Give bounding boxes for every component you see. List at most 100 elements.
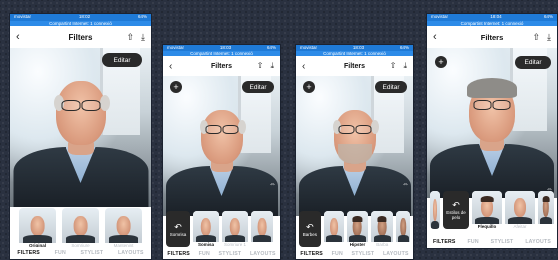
tab-filters[interactable]: FILTERS — [17, 250, 40, 256]
tab-fun[interactable]: FUN — [55, 250, 66, 256]
tab-stylist[interactable]: STYLIST — [491, 239, 514, 245]
status-bar: movistar 18:02 64% — [10, 14, 151, 21]
filter-label: Afeitar — [513, 224, 527, 229]
undo-button[interactable]: ↶ Somrisa — [166, 211, 190, 247]
share-icon[interactable]: ⇧ — [390, 61, 397, 71]
clock: 18:02 — [78, 14, 91, 19]
tab-stylist[interactable]: STYLIST — [352, 251, 375, 257]
photo-preview: Editar — [10, 48, 151, 207]
filter-strip: ↶ Somrisa Somisa Somriure 1 — [163, 211, 280, 249]
add-icon[interactable]: + — [303, 81, 315, 93]
filter-thumb-partial-left[interactable] — [430, 191, 440, 229]
back-icon[interactable]: ‹ — [16, 31, 20, 43]
back-icon[interactable]: ‹ — [302, 61, 305, 72]
tab-layouts[interactable]: LAYOUTS — [525, 239, 551, 245]
share-icon[interactable]: ⇧ — [126, 32, 134, 43]
filter-thumb-somisa[interactable]: Somisa — [193, 211, 219, 247]
download-icon[interactable]: ⤓ — [547, 32, 551, 43]
filter-label: Somriure 1 — [223, 242, 246, 247]
glasses — [205, 125, 238, 134]
hair-fringe — [467, 78, 517, 98]
filter-thumb-mantenint[interactable]: Mantenint — [105, 208, 142, 248]
tab-stylist[interactable]: STYLIST — [81, 250, 104, 256]
beard — [337, 144, 372, 164]
tab-layouts[interactable]: LAYOUTS — [118, 250, 144, 256]
share-icon[interactable]: ⇧ — [257, 61, 264, 71]
page-title: Filters — [343, 62, 365, 70]
add-icon[interactable]: + — [435, 56, 447, 68]
battery-label: 64% — [543, 14, 553, 19]
filter-thumb-original[interactable]: Original — [19, 208, 56, 248]
undo-icon: ↶ — [306, 221, 314, 232]
back-icon[interactable]: ‹ — [433, 31, 437, 43]
tab-bar: FILTERS FUN STYLIST LAYOUTS — [10, 247, 151, 259]
clock: 18:04 — [490, 14, 502, 19]
screen-estilos-de-pelo: movistar 18:04 64% Compartint Internet: … — [426, 13, 558, 249]
tab-fun[interactable]: FUN — [468, 239, 479, 245]
filter-thumb-flequillo[interactable]: Flequillo — [472, 191, 502, 229]
navbar: ‹ Filters ⇧ ⤓ — [163, 56, 280, 76]
tab-layouts[interactable]: LAYOUTS — [383, 251, 409, 257]
filter-thumb-afeitar[interactable]: Afeitar — [505, 191, 535, 229]
face — [55, 81, 106, 145]
edit-button[interactable]: Editar — [375, 81, 407, 93]
tab-filters[interactable]: FILTERS — [167, 251, 190, 257]
filter-strip: ↶ Estilos de pelo Flequillo Afeitar — [427, 191, 557, 231]
back-icon[interactable]: ‹ — [169, 61, 172, 72]
tab-layouts[interactable]: LAYOUTS — [250, 251, 276, 257]
filter-thumb-partial-right[interactable] — [538, 191, 554, 229]
download-icon[interactable]: ⤓ — [403, 61, 407, 71]
screen-somrisa: movistar 18:03 64% Compartint Internet: … — [162, 44, 281, 260]
edit-button[interactable]: Editar — [102, 53, 142, 67]
download-icon[interactable]: ⤓ — [141, 32, 145, 43]
hair-right — [238, 120, 246, 134]
status-bar: movistar 18:04 64% — [427, 14, 557, 21]
face — [200, 110, 243, 164]
filter-thumb-somriure[interactable]: Somriure — [62, 208, 99, 248]
tab-filters[interactable]: FILTERS — [433, 239, 456, 245]
filter-thumb-somriure-1[interactable]: Somriure 1 — [222, 211, 248, 247]
photo-preview: + Editar ⇔ — [296, 76, 413, 216]
edit-button[interactable]: Editar — [242, 81, 274, 93]
photo-preview: + Editar ⇔ — [427, 48, 557, 198]
glasses — [338, 125, 371, 134]
filter-thumb-barba[interactable]: Barba — [371, 211, 394, 247]
undo-button[interactable]: ↶ Estilos de pelo — [443, 191, 469, 229]
filter-thumb-beard-1[interactable] — [323, 211, 344, 247]
filter-strip: ↶ Barbes Hipster Barba — [296, 211, 413, 249]
glasses — [473, 100, 511, 110]
filter-thumb-hipster[interactable]: Hipster — [346, 211, 369, 247]
compare-icon[interactable]: ⇔ — [402, 181, 409, 188]
filter-label: Barba — [376, 242, 389, 247]
edit-button[interactable]: Editar — [515, 56, 551, 69]
tab-bar: FILTERS FUN STYLIST LAYOUTS — [163, 248, 280, 259]
filter-thumb-partial[interactable] — [396, 211, 410, 247]
filter-thumb-partial[interactable] — [251, 211, 273, 247]
tab-stylist[interactable]: STYLIST — [219, 251, 242, 257]
undo-label: Somrisa — [169, 231, 187, 237]
compare-icon[interactable]: ⇔ — [269, 181, 276, 188]
photo-preview: + Editar ⇔ — [163, 76, 280, 216]
download-icon[interactable]: ⤓ — [270, 61, 274, 71]
glasses — [61, 100, 100, 111]
page-title: Filters — [480, 32, 504, 42]
hair-right — [371, 120, 379, 134]
undo-icon: ↶ — [452, 200, 460, 210]
undo-button[interactable]: ↶ Barbes — [299, 211, 321, 247]
add-icon[interactable]: + — [170, 81, 182, 93]
undo-label: Barbes — [302, 231, 318, 237]
hair-right — [100, 95, 110, 111]
filter-strip: Original Somriure Mantenint — [10, 208, 151, 248]
battery-label: 64% — [137, 14, 147, 19]
carrier-label: movistar — [14, 14, 32, 19]
share-icon[interactable]: ⇧ — [532, 32, 540, 43]
tab-bar: FILTERS FUN STYLIST LAYOUTS — [296, 248, 413, 259]
tab-bar: FILTERS FUN STYLIST LAYOUTS — [427, 236, 557, 248]
screen-original: movistar 18:02 64% Compartint Internet: … — [9, 13, 152, 260]
navbar: ‹ Filters ⇧ ⤓ — [296, 56, 413, 76]
page-title: Filters — [210, 62, 232, 70]
filter-label: Hipster — [349, 242, 366, 247]
tab-fun[interactable]: FUN — [332, 251, 343, 257]
tab-filters[interactable]: FILTERS — [300, 251, 323, 257]
tab-fun[interactable]: FUN — [199, 251, 210, 257]
